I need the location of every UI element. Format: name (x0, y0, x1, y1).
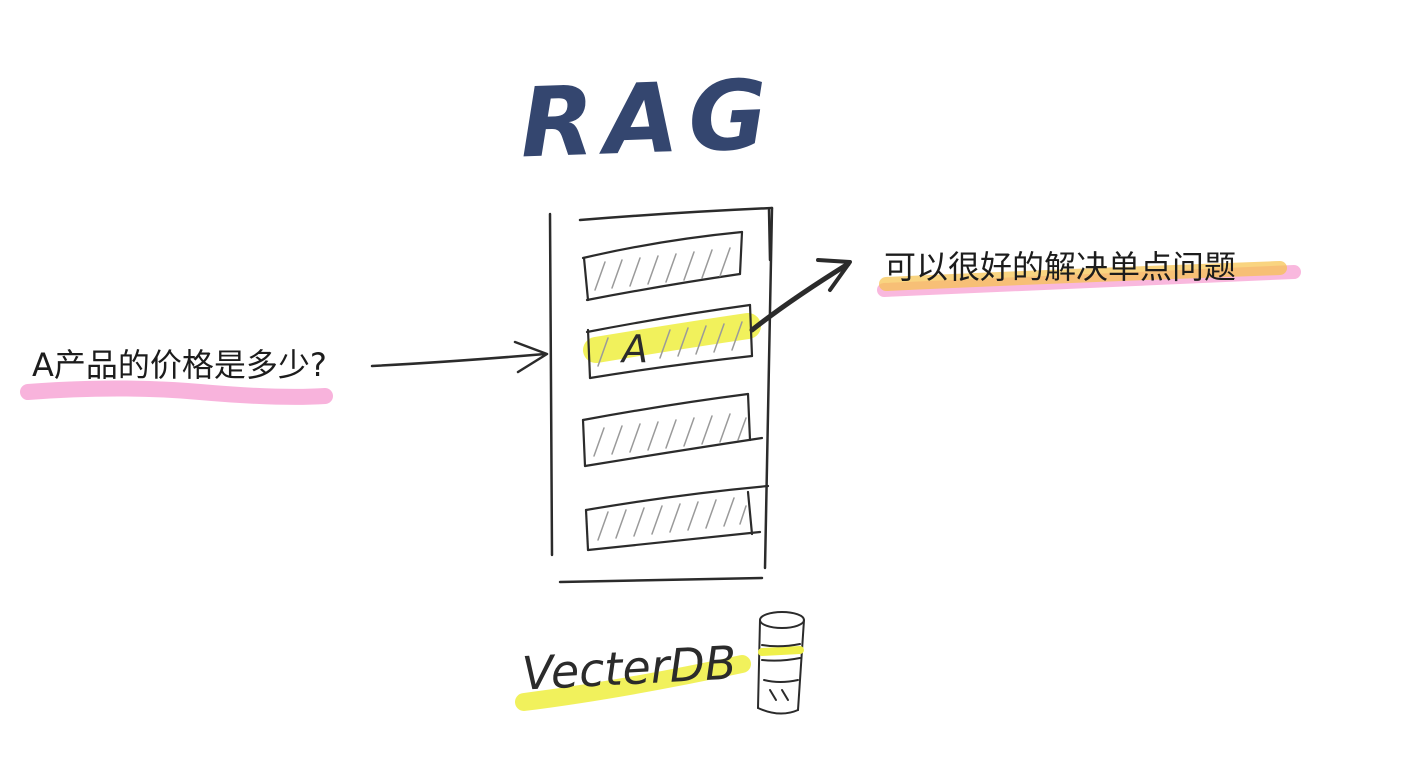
db-label: VecterDB (521, 635, 738, 700)
chunk-a-label: A (619, 327, 648, 371)
answer-arrow (749, 258, 852, 333)
chunk-row-3 (581, 392, 764, 468)
rag-diagram-canvas: RAG A产品的价格是多少? A 可以很好的解决单点问题 VecterDB (20, 59, 1301, 715)
chunk-a-highlight (583, 313, 761, 363)
diagram-title: RAG (518, 59, 779, 180)
query-text: A产品的价格是多少? (32, 346, 327, 384)
query-arrow (370, 340, 549, 374)
chunk-row-1 (581, 230, 744, 302)
chunk-row-4 (584, 484, 770, 552)
query-highlight (20, 380, 333, 405)
answer-text: 可以很好的解决单点问题 (884, 248, 1236, 286)
database-icon (757, 611, 805, 715)
